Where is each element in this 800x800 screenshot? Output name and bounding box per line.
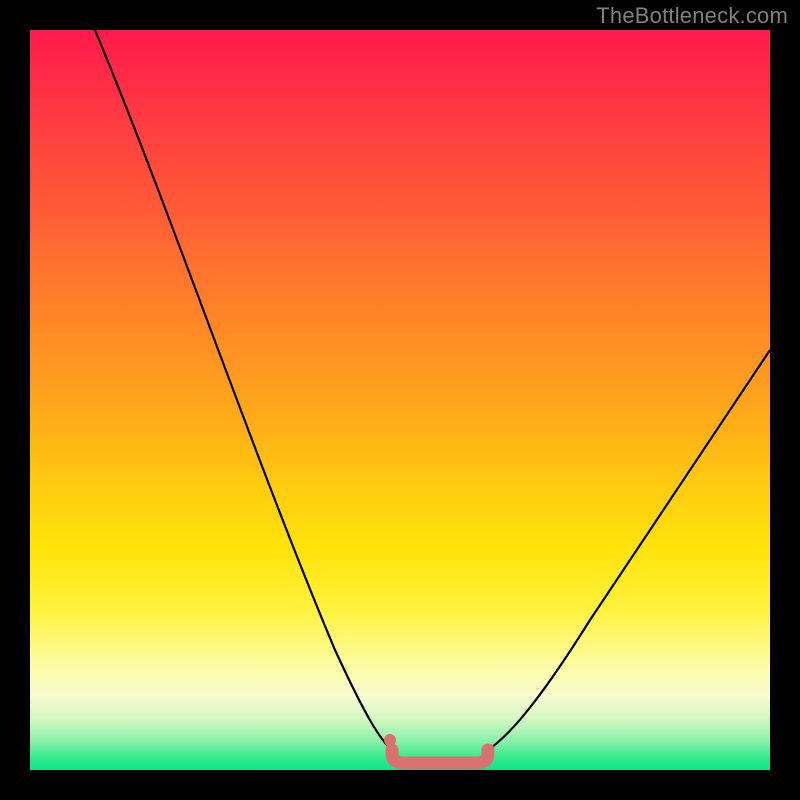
valley-floor (392, 750, 488, 763)
plot-area (30, 30, 770, 770)
attribution-label: TheBottleneck.com (596, 3, 788, 29)
curve-overlay (30, 30, 770, 770)
right-curve (488, 350, 770, 750)
left-curve (95, 30, 392, 750)
valley-left-dot (384, 734, 396, 746)
chart-stage: TheBottleneck.com (0, 0, 800, 800)
